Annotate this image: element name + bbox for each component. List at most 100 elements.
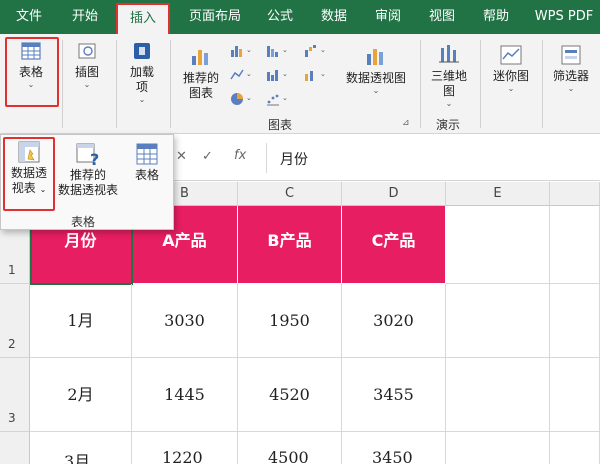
line-chart-icon[interactable]: [230, 68, 244, 82]
excel-window: { "menu": { "items": ["文件", "开始", "插入", …: [0, 0, 600, 464]
tab-page-layout[interactable]: 页面布局: [180, 0, 250, 34]
menu-bar: 文件 开始 插入 页面布局 公式 数据 审阅 视图 帮助 WPS PDF: [0, 0, 600, 34]
charts-group-label: 图表: [268, 118, 293, 132]
ribbon-recommended-charts-label-2: 图表: [188, 86, 213, 100]
table-cell[interactable]: [446, 358, 550, 432]
table-cell[interactable]: 1445: [132, 358, 238, 432]
table-cell[interactable]: 1220: [132, 432, 238, 464]
fx-icon[interactable]: fx: [234, 148, 246, 163]
ribbon-filter-button[interactable]: 筛选器 ⌄: [546, 44, 596, 94]
chevron-down-icon: ⌄: [372, 86, 380, 95]
shapes-icon: [78, 43, 96, 59]
row-header-label: 3: [8, 411, 16, 425]
column-header-c[interactable]: C: [238, 182, 342, 206]
ribbon-separator: [420, 40, 421, 128]
ribbon-sparkline-button[interactable]: 迷你图 ⌄: [486, 44, 536, 94]
table-cell[interactable]: [446, 206, 550, 284]
ribbon-pivot-chart-label: 数据透视图: [345, 71, 406, 85]
ribbon-3d-map-label-1: 三维地: [430, 69, 467, 83]
row-header-3[interactable]: 3: [0, 358, 30, 432]
table-cell[interactable]: 1950: [238, 284, 342, 358]
confirm-icon[interactable]: ✓: [202, 149, 213, 164]
ribbon-addins-label-1: 加载: [129, 65, 154, 79]
tab-view[interactable]: 视图: [420, 0, 464, 34]
waterfall-chart-icon[interactable]: [304, 44, 318, 58]
popup-group-label: 表格: [71, 215, 96, 229]
row-header-label: 2: [8, 337, 16, 351]
row-header-label: 1: [8, 263, 16, 277]
table-cell[interactable]: 3月: [30, 432, 132, 464]
pie-chart-icon[interactable]: [230, 92, 244, 106]
hierarchy-chart-icon[interactable]: [266, 44, 280, 58]
table-cell[interactable]: 3030: [132, 284, 238, 358]
recommended-pivot-table-button[interactable]: ? 推荐的 数据透视表: [55, 141, 121, 198]
table-cell[interactable]: [446, 432, 550, 464]
globe-map-icon: [439, 45, 459, 63]
chevron-down-icon: ⌄: [320, 46, 326, 54]
ribbon-separator: [62, 40, 63, 128]
formula-divider: [266, 143, 267, 173]
table-cell[interactable]: 1月: [30, 284, 132, 358]
table-cell[interactable]: [550, 358, 600, 432]
tab-review[interactable]: 审阅: [366, 0, 410, 34]
chevron-down-icon: ⌄: [246, 70, 252, 78]
table-cell[interactable]: [446, 284, 550, 358]
cancel-icon[interactable]: ✕: [176, 149, 187, 164]
table-cell[interactable]: 2月: [30, 358, 132, 432]
insert-table-label: 表格: [134, 168, 159, 182]
table-cell[interactable]: 3450: [342, 432, 446, 464]
ribbon-pivot-chart-button[interactable]: 数据透视图 ⌄: [340, 44, 412, 96]
ribbon-recommended-charts-button[interactable]: 推荐的 图表: [176, 44, 226, 101]
dialog-launcher-icon[interactable]: ⊿: [402, 118, 410, 128]
bar-chart-icon: [192, 50, 208, 65]
tables-dropdown: 数据透 视表 ⌄ ? 推荐的 数据透视表 表格 表格: [0, 134, 174, 230]
scatter-chart-icon[interactable]: [266, 92, 280, 106]
tab-wps-pdf[interactable]: WPS PDF: [530, 0, 598, 34]
tab-file[interactable]: 文件: [8, 0, 50, 34]
recommended-pivot-icon: ?: [76, 143, 99, 167]
tab-insert[interactable]: 插入: [116, 3, 170, 34]
ribbon-separator: [480, 40, 481, 128]
table-cell[interactable]: 4500: [238, 432, 342, 464]
ribbon-separator: [170, 40, 171, 128]
recommended-pivot-label-1: 推荐的: [69, 168, 106, 182]
ribbon-illustrations-button[interactable]: 插图 ⌄: [66, 40, 108, 90]
chevron-down-icon: ⌄: [246, 94, 252, 102]
tab-help[interactable]: 帮助: [474, 0, 518, 34]
highlight-box: [3, 137, 55, 211]
ribbon-sparkline-label: 迷你图: [492, 69, 529, 83]
table-cell[interactable]: 3455: [342, 358, 446, 432]
ribbon: 表格 ⌄ 插图 ⌄ 加载 项 ⌄ 推荐的 图表 ⌄ ⌄ ⌄ ⌄ ⌄ ⌄ ⌄ ⌄ …: [0, 34, 600, 134]
tab-home[interactable]: 开始: [62, 0, 108, 34]
chevron-down-icon: ⌄: [320, 70, 326, 78]
tab-formulas[interactable]: 公式: [258, 0, 302, 34]
highlight-box: [5, 37, 59, 107]
stat-chart-icon[interactable]: [266, 68, 280, 82]
chevron-down-icon: ⌄: [83, 80, 91, 89]
table-cell[interactable]: [550, 284, 600, 358]
svg-text:?: ?: [90, 150, 99, 167]
formula-input[interactable]: 月份: [280, 149, 308, 169]
column-chart-icon[interactable]: [230, 44, 244, 58]
sparkline-icon: [500, 45, 522, 65]
row-header-2[interactable]: 2: [0, 284, 30, 358]
chevron-down-icon: ⌄: [246, 46, 252, 54]
column-header-e[interactable]: E: [446, 182, 550, 206]
chevron-down-icon: ⌄: [282, 70, 288, 78]
row-header-4[interactable]: [0, 432, 30, 464]
combo-chart-icon[interactable]: [304, 68, 318, 82]
table-cell[interactable]: 4520: [238, 358, 342, 432]
table-cell[interactable]: [550, 432, 600, 464]
table-cell[interactable]: [550, 206, 600, 284]
ribbon-addins-label-2: 项: [135, 80, 148, 94]
insert-table-button[interactable]: 表格: [125, 141, 169, 183]
table-cell[interactable]: 3020: [342, 284, 446, 358]
ribbon-3d-map-button[interactable]: 三维地 图 ⌄: [424, 42, 474, 109]
ribbon-addins-button[interactable]: 加载 项 ⌄: [122, 40, 162, 105]
ribbon-filter-label: 筛选器: [552, 69, 589, 83]
header-cell-c-product[interactable]: C产品: [342, 206, 446, 284]
column-header-d[interactable]: D: [342, 182, 446, 206]
tab-data[interactable]: 数据: [312, 0, 356, 34]
column-header-f[interactable]: [550, 182, 600, 206]
header-cell-b-product[interactable]: B产品: [238, 206, 342, 284]
